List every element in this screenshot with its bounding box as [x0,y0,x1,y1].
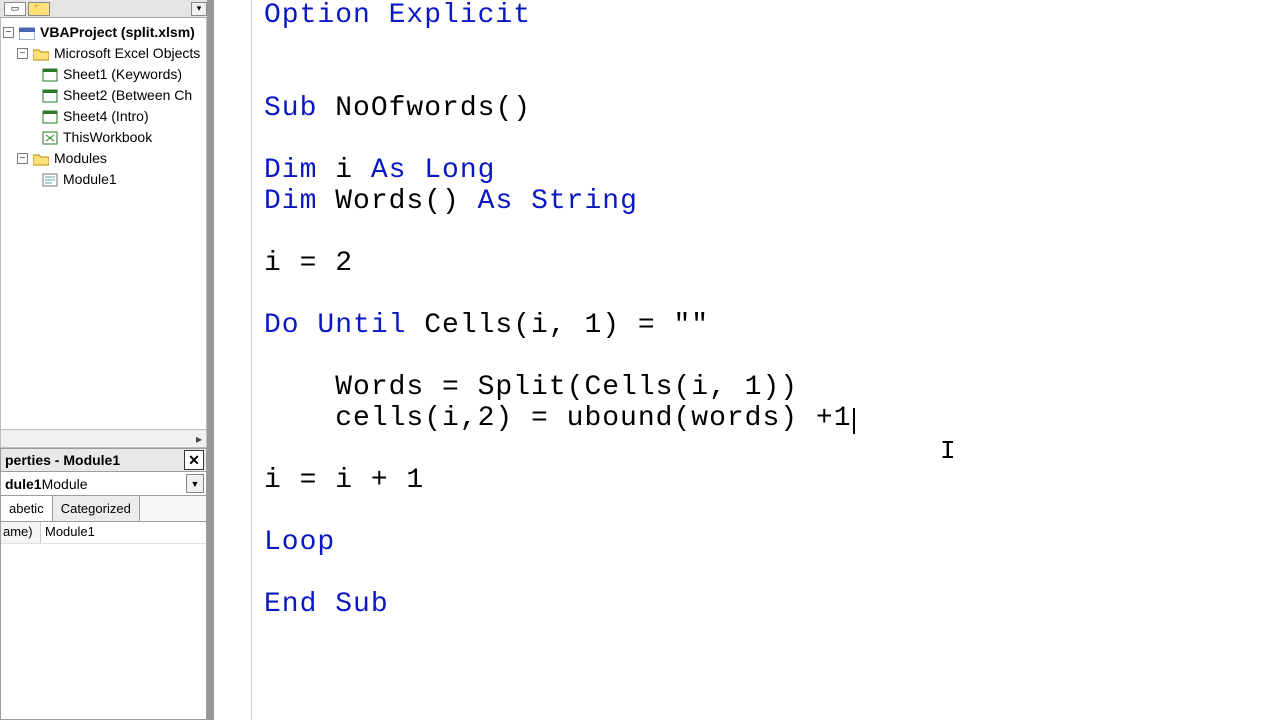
property-row-name[interactable]: ame) Module1 [1,522,206,544]
left-panel: ▭ 📁 ▾ − VBAProject (split.xlsm) − Micros… [0,0,210,720]
tree-thisworkbook[interactable]: ThisWorkbook [3,127,204,148]
code-keyword: Do Until [264,310,406,341]
code-keyword: As Long [371,155,496,186]
tree-root-project[interactable]: − VBAProject (split.xlsm) [3,22,204,43]
tab-label: abetic [9,501,44,516]
properties-object-dropdown[interactable]: dule1 Module ▼ [0,472,207,496]
worksheet-icon [41,67,59,83]
code-token: Cells(i, 1) = "" [406,310,709,341]
tab-label: Categorized [61,501,131,516]
close-icon: ✕ [188,452,200,469]
code-keyword: Dim [264,186,317,217]
minus-icon[interactable]: − [17,153,28,164]
tree-sheet1[interactable]: Sheet1 (Keywords) [3,64,204,85]
properties-object-type: Module [42,476,88,492]
project-explorer[interactable]: − VBAProject (split.xlsm) − Microsoft Ex… [0,18,207,448]
toolbar-folder-icon[interactable]: 📁 [28,2,50,16]
code-margin [210,0,252,720]
code-keyword: Sub [264,93,317,124]
module-icon [41,172,59,188]
tree-root-label: VBAProject (split.xlsm) [40,22,195,43]
minus-icon[interactable]: − [17,48,28,59]
workbook-icon [41,130,59,146]
code-line: Words = Split(Cells(i, 1)) [264,372,798,403]
toolbar-dropdown-icon[interactable]: ▾ [191,2,207,16]
text-cursor [853,408,855,434]
code-keyword: Dim [264,155,317,186]
tree-sheet2[interactable]: Sheet2 (Between Ch [3,85,204,106]
code-text[interactable]: Option Explicit Sub NoOfwords() Dim i As… [228,0,1280,620]
chevron-down-icon[interactable]: ▼ [186,474,204,493]
property-value[interactable]: Module1 [41,522,206,543]
tree-excel-objects[interactable]: − Microsoft Excel Objects [3,43,204,64]
property-key: ame) [1,522,41,543]
tab-alphabetic[interactable]: abetic [1,496,53,521]
code-keyword: End Sub [264,589,389,620]
code-keyword: As String [478,186,638,217]
project-icon [18,25,36,41]
worksheet-icon [41,109,59,125]
tree-excel-objects-label: Microsoft Excel Objects [54,43,200,64]
tree-item-label: ThisWorkbook [63,127,152,148]
tree-item-label: Sheet2 (Between Ch [63,85,192,106]
tree-modules-label: Modules [54,148,107,169]
minus-icon[interactable]: − [3,27,14,38]
tree-item-label: Module1 [63,169,117,190]
worksheet-icon [41,88,59,104]
properties-title-label: perties - Module1 [5,452,120,468]
toolbar-view-icon[interactable]: ▭ [4,2,26,16]
tab-categorized[interactable]: Categorized [53,496,140,521]
tree-item-label: Sheet1 (Keywords) [63,64,182,85]
code-token: Words() [317,186,477,217]
tree-modules[interactable]: − Modules [3,148,204,169]
tree-sheet4[interactable]: Sheet4 (Intro) [3,106,204,127]
code-keyword: Option Explicit [264,0,531,31]
scroll-right-icon[interactable]: ▸ [196,432,202,446]
horizontal-scrollbar[interactable]: ▸ [1,429,206,447]
tree-module1[interactable]: Module1 [3,169,204,190]
code-line: i = i + 1 [264,465,424,496]
folder-icon [32,151,50,167]
tree-item-label: Sheet4 (Intro) [63,106,149,127]
properties-titlebar: perties - Module1 ✕ [0,448,207,472]
code-token: i [317,155,370,186]
folder-icon [32,46,50,62]
code-line: cells(i,2) = ubound(words) +1 [264,403,852,434]
properties-object-name: dule1 [5,476,42,492]
code-token: NoOfwords() [317,93,531,124]
code-keyword: Loop [264,527,335,558]
properties-tabs: abetic Categorized [0,496,207,522]
project-toolbar: ▭ 📁 ▾ [0,0,207,18]
code-editor[interactable]: Option Explicit Sub NoOfwords() Dim i As… [210,0,1280,720]
properties-grid[interactable]: ame) Module1 [0,522,207,720]
close-button[interactable]: ✕ [184,450,204,470]
code-line: i = 2 [264,248,353,279]
